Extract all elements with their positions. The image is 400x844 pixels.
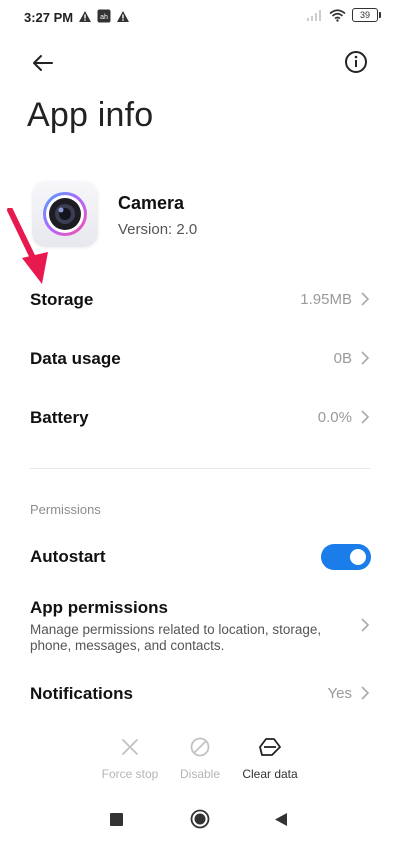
system-nav-bar <box>0 805 400 835</box>
signal-icon <box>307 10 321 21</box>
recents-square-icon[interactable] <box>110 813 123 826</box>
app-name: Camera <box>118 193 185 213</box>
storage-label: Storage <box>30 290 94 309</box>
warning-icon <box>79 10 91 22</box>
chevron-right-icon <box>361 686 370 700</box>
disable-button[interactable]: Disable <box>160 737 240 781</box>
info-button[interactable] <box>344 50 370 76</box>
force-stop-button[interactable]: Force stop <box>90 737 170 781</box>
battery-value: 0.0% <box>317 409 352 426</box>
battery-label: Battery <box>30 408 89 427</box>
page-title: App info <box>27 96 154 134</box>
chevron-right-icon <box>361 292 370 306</box>
chevron-right-icon <box>361 410 370 424</box>
app-permissions-description: Manage permissions related to location, … <box>30 622 322 653</box>
disable-label: Disable <box>179 767 221 781</box>
back-button[interactable] <box>30 50 56 76</box>
app-version: Version: 2.0 <box>118 221 198 238</box>
back-triangle-icon[interactable] <box>274 812 288 827</box>
notifications-label: Notifications <box>30 684 133 703</box>
autostart-label: Autostart <box>30 547 106 566</box>
force-stop-label: Force stop <box>101 767 159 781</box>
status-right-icons: 39 <box>307 8 381 22</box>
status-left-icons: ah <box>78 9 130 23</box>
notifications-row[interactable]: Notifications Yes <box>0 675 400 715</box>
toggle-knob <box>350 549 366 565</box>
chevron-right-icon <box>361 351 370 365</box>
notifications-value: Yes <box>327 685 352 702</box>
data-usage-row[interactable]: Data usage 0B <box>0 339 400 379</box>
data-usage-value: 0B <box>333 350 352 367</box>
block-icon <box>190 737 210 757</box>
clear-data-button[interactable]: Clear data <box>230 737 310 781</box>
eraser-icon <box>259 738 281 756</box>
section-divider <box>30 468 370 469</box>
chevron-right-icon <box>361 618 370 632</box>
arrow-left-icon <box>33 55 53 71</box>
battery-icon: 39 <box>352 8 381 22</box>
info-icon <box>345 51 367 73</box>
notification-app-icon: ah <box>97 9 111 23</box>
svg-text:ah: ah <box>100 14 108 21</box>
home-circle-icon[interactable] <box>190 809 210 829</box>
status-time: 3:27 PM <box>24 10 74 25</box>
app-permissions-label: App permissions <box>30 598 168 617</box>
battery-row[interactable]: Battery 0.0% <box>0 398 400 438</box>
data-usage-label: Data usage <box>30 349 121 368</box>
wifi-icon <box>329 8 346 22</box>
permissions-section-header: Permissions <box>30 502 101 517</box>
red-arrow-pointer <box>7 208 48 284</box>
warning-icon <box>117 10 129 22</box>
clear-data-label: Clear data <box>242 767 298 781</box>
autostart-toggle[interactable] <box>321 544 371 570</box>
storage-row[interactable]: Storage 1.95MB <box>0 280 400 320</box>
close-x-icon <box>122 739 138 755</box>
storage-value: 1.95MB <box>300 291 352 308</box>
